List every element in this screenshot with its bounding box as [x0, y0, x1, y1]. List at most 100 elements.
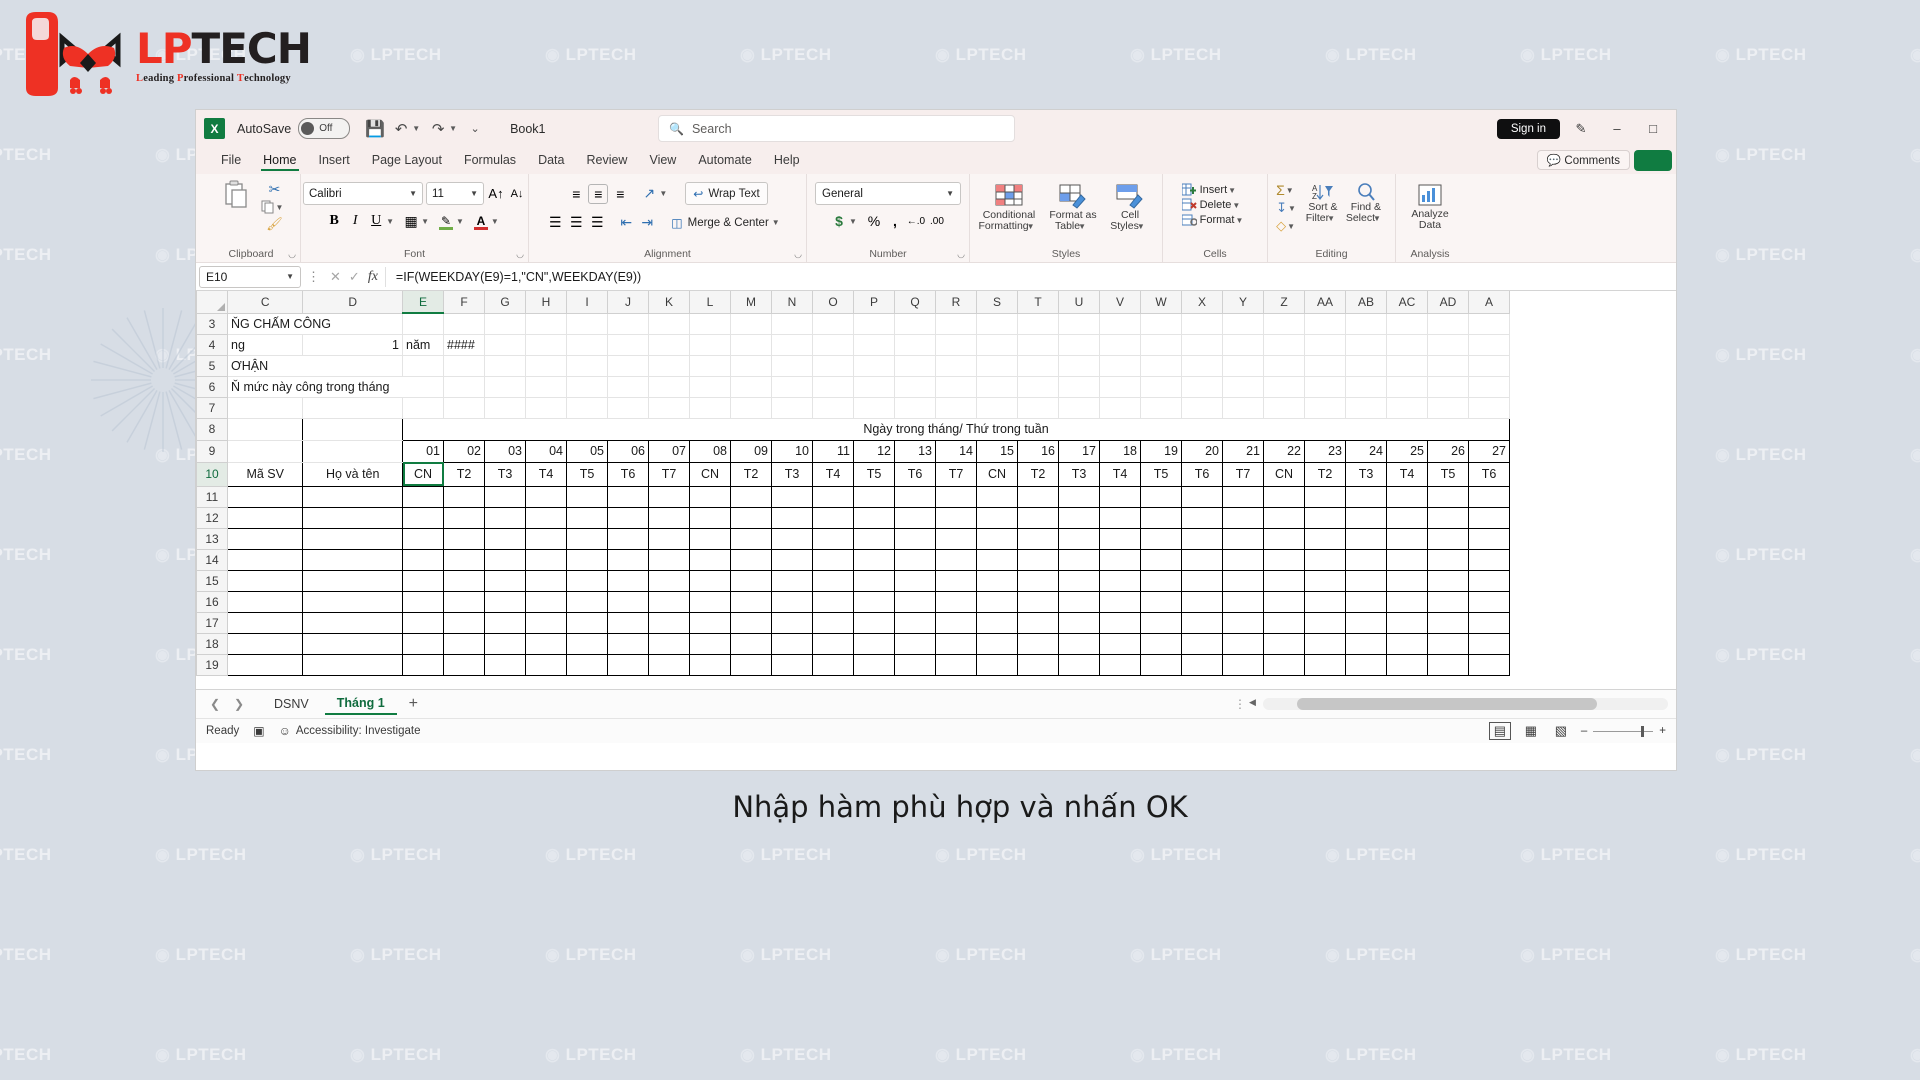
formula-input[interactable]: =IF(WEEKDAY(E9)=1,"CN",WEEKDAY(E9)): [384, 266, 1673, 287]
grid-cell[interactable]: [1468, 333, 1510, 356]
sheet-tab-tháng-1[interactable]: Tháng 1: [324, 693, 397, 715]
grid-cell[interactable]: [894, 506, 936, 529]
grid-cell[interactable]: [566, 548, 608, 571]
grid-cell[interactable]: [976, 485, 1018, 508]
grid-cell[interactable]: T6: [894, 461, 936, 487]
copy-button[interactable]: ▼: [261, 200, 289, 214]
save-icon[interactable]: 💾: [362, 116, 388, 142]
grid-cell[interactable]: [1222, 375, 1264, 398]
grid-cell[interactable]: [302, 569, 403, 592]
align-middle-icon[interactable]: ≡: [588, 183, 609, 204]
grid-cell[interactable]: [525, 396, 567, 419]
grid-cell[interactable]: [566, 527, 608, 550]
grid-cell[interactable]: 23: [1304, 439, 1346, 463]
grid-cell[interactable]: [1181, 527, 1223, 550]
grid-cell[interactable]: 18: [1099, 439, 1141, 463]
grid-cell[interactable]: [1345, 527, 1387, 550]
grid-cell[interactable]: [1181, 396, 1223, 419]
grid-cell[interactable]: [302, 611, 403, 634]
grid-cell[interactable]: [894, 548, 936, 571]
grid-cell[interactable]: [894, 590, 936, 613]
horizontal-scrollbar[interactable]: ◀: [1249, 697, 1668, 710]
column-header-N[interactable]: N: [771, 291, 813, 314]
grid-cell[interactable]: T4: [812, 461, 854, 487]
grid-cell[interactable]: 19: [1140, 439, 1182, 463]
grid-cell[interactable]: [1427, 548, 1469, 571]
select-all-corner[interactable]: [196, 291, 228, 314]
grid-cell[interactable]: T5: [853, 461, 895, 487]
pen-icon[interactable]: ✎: [1566, 117, 1596, 141]
borders-dropdown-icon[interactable]: ▼: [421, 217, 429, 226]
grid-cell[interactable]: [1140, 375, 1182, 398]
grid-cell[interactable]: [1058, 506, 1100, 529]
grid-cell[interactable]: [1304, 396, 1346, 419]
ribbon-tab-home[interactable]: Home: [252, 147, 307, 174]
grid-cell[interactable]: [484, 653, 526, 676]
grid-cell[interactable]: [443, 611, 485, 634]
grid-cell[interactable]: [1222, 653, 1264, 676]
grid-cell[interactable]: 10: [771, 439, 813, 463]
grid-cell[interactable]: 13: [894, 439, 936, 463]
grid-cell[interactable]: [1017, 506, 1059, 529]
grid-cell[interactable]: [771, 590, 813, 613]
grid-cell[interactable]: 12: [853, 439, 895, 463]
merge-dropdown-icon[interactable]: ▼: [772, 218, 780, 227]
grid-cell[interactable]: 22: [1263, 439, 1305, 463]
grid-cell[interactable]: 27: [1468, 439, 1510, 463]
grid-cell[interactable]: [935, 354, 977, 377]
row-header-15[interactable]: 15: [196, 569, 228, 592]
grid-cell[interactable]: [1386, 396, 1428, 419]
grid-cell[interactable]: [525, 569, 567, 592]
grid-cell[interactable]: [1058, 611, 1100, 634]
autosave-toggle[interactable]: Off: [298, 118, 351, 139]
grid-cell[interactable]: [894, 354, 936, 377]
currency-dropdown-icon[interactable]: ▼: [849, 217, 857, 226]
format-painter-icon[interactable]: 🖌: [261, 216, 289, 232]
grid-cell[interactable]: [1386, 590, 1428, 613]
decrease-font-size-icon[interactable]: A↓: [508, 185, 526, 203]
column-header-L[interactable]: L: [689, 291, 731, 314]
grid-cell[interactable]: [1099, 485, 1141, 508]
accessibility-status[interactable]: Accessibility: Investigate: [296, 725, 421, 737]
grid-cell[interactable]: [1017, 375, 1059, 398]
grid-cell[interactable]: [607, 312, 649, 335]
grid-cell[interactable]: [1263, 506, 1305, 529]
grid-cell[interactable]: [484, 590, 526, 613]
grid-cell[interactable]: [1140, 527, 1182, 550]
grid-cell[interactable]: [525, 548, 567, 571]
row-header-19[interactable]: 19: [196, 653, 228, 676]
grid-cell[interactable]: [894, 569, 936, 592]
column-header-J[interactable]: J: [607, 291, 649, 314]
grid-cell[interactable]: [771, 312, 813, 335]
grid-cell[interactable]: 20: [1181, 439, 1223, 463]
table-dropdown-icon[interactable]: ▼: [1078, 222, 1086, 231]
grid-cell[interactable]: [443, 548, 485, 571]
align-center-icon[interactable]: ☰: [567, 214, 585, 232]
grid-cell[interactable]: [1263, 354, 1305, 377]
grid-cell[interactable]: [1468, 653, 1510, 676]
number-dialog-launcher[interactable]: ◡: [957, 249, 965, 260]
grid-cell[interactable]: [1222, 354, 1264, 377]
grid-cell[interactable]: [443, 632, 485, 655]
cut-icon[interactable]: ✂: [261, 181, 289, 198]
grid-cell[interactable]: [1386, 375, 1428, 398]
grid-cell[interactable]: ng: [226, 333, 304, 356]
grid-cell[interactable]: [976, 632, 1018, 655]
grid-cell[interactable]: [607, 485, 649, 508]
grid-cell[interactable]: [689, 569, 731, 592]
grid-cell[interactable]: [1304, 312, 1346, 335]
grid-cell[interactable]: [689, 506, 731, 529]
font-size-input[interactable]: 11 ▼: [426, 182, 484, 205]
grid-cell[interactable]: [607, 396, 649, 419]
undo-icon[interactable]: ↶: [388, 116, 414, 142]
column-header-AC[interactable]: AC: [1386, 291, 1428, 314]
grid-cell[interactable]: [484, 548, 526, 571]
merge-center-button[interactable]: ◫ Merge & Center ▼: [667, 212, 788, 233]
grid-cell[interactable]: [976, 312, 1018, 335]
grid-cell[interactable]: [976, 653, 1018, 676]
grid-cell[interactable]: [484, 611, 526, 634]
grid-cell[interactable]: [1386, 506, 1428, 529]
comments-button[interactable]: 💬 Comments: [1536, 150, 1630, 170]
grid-cell[interactable]: [443, 506, 485, 529]
normal-view-icon[interactable]: ▤: [1488, 722, 1511, 740]
